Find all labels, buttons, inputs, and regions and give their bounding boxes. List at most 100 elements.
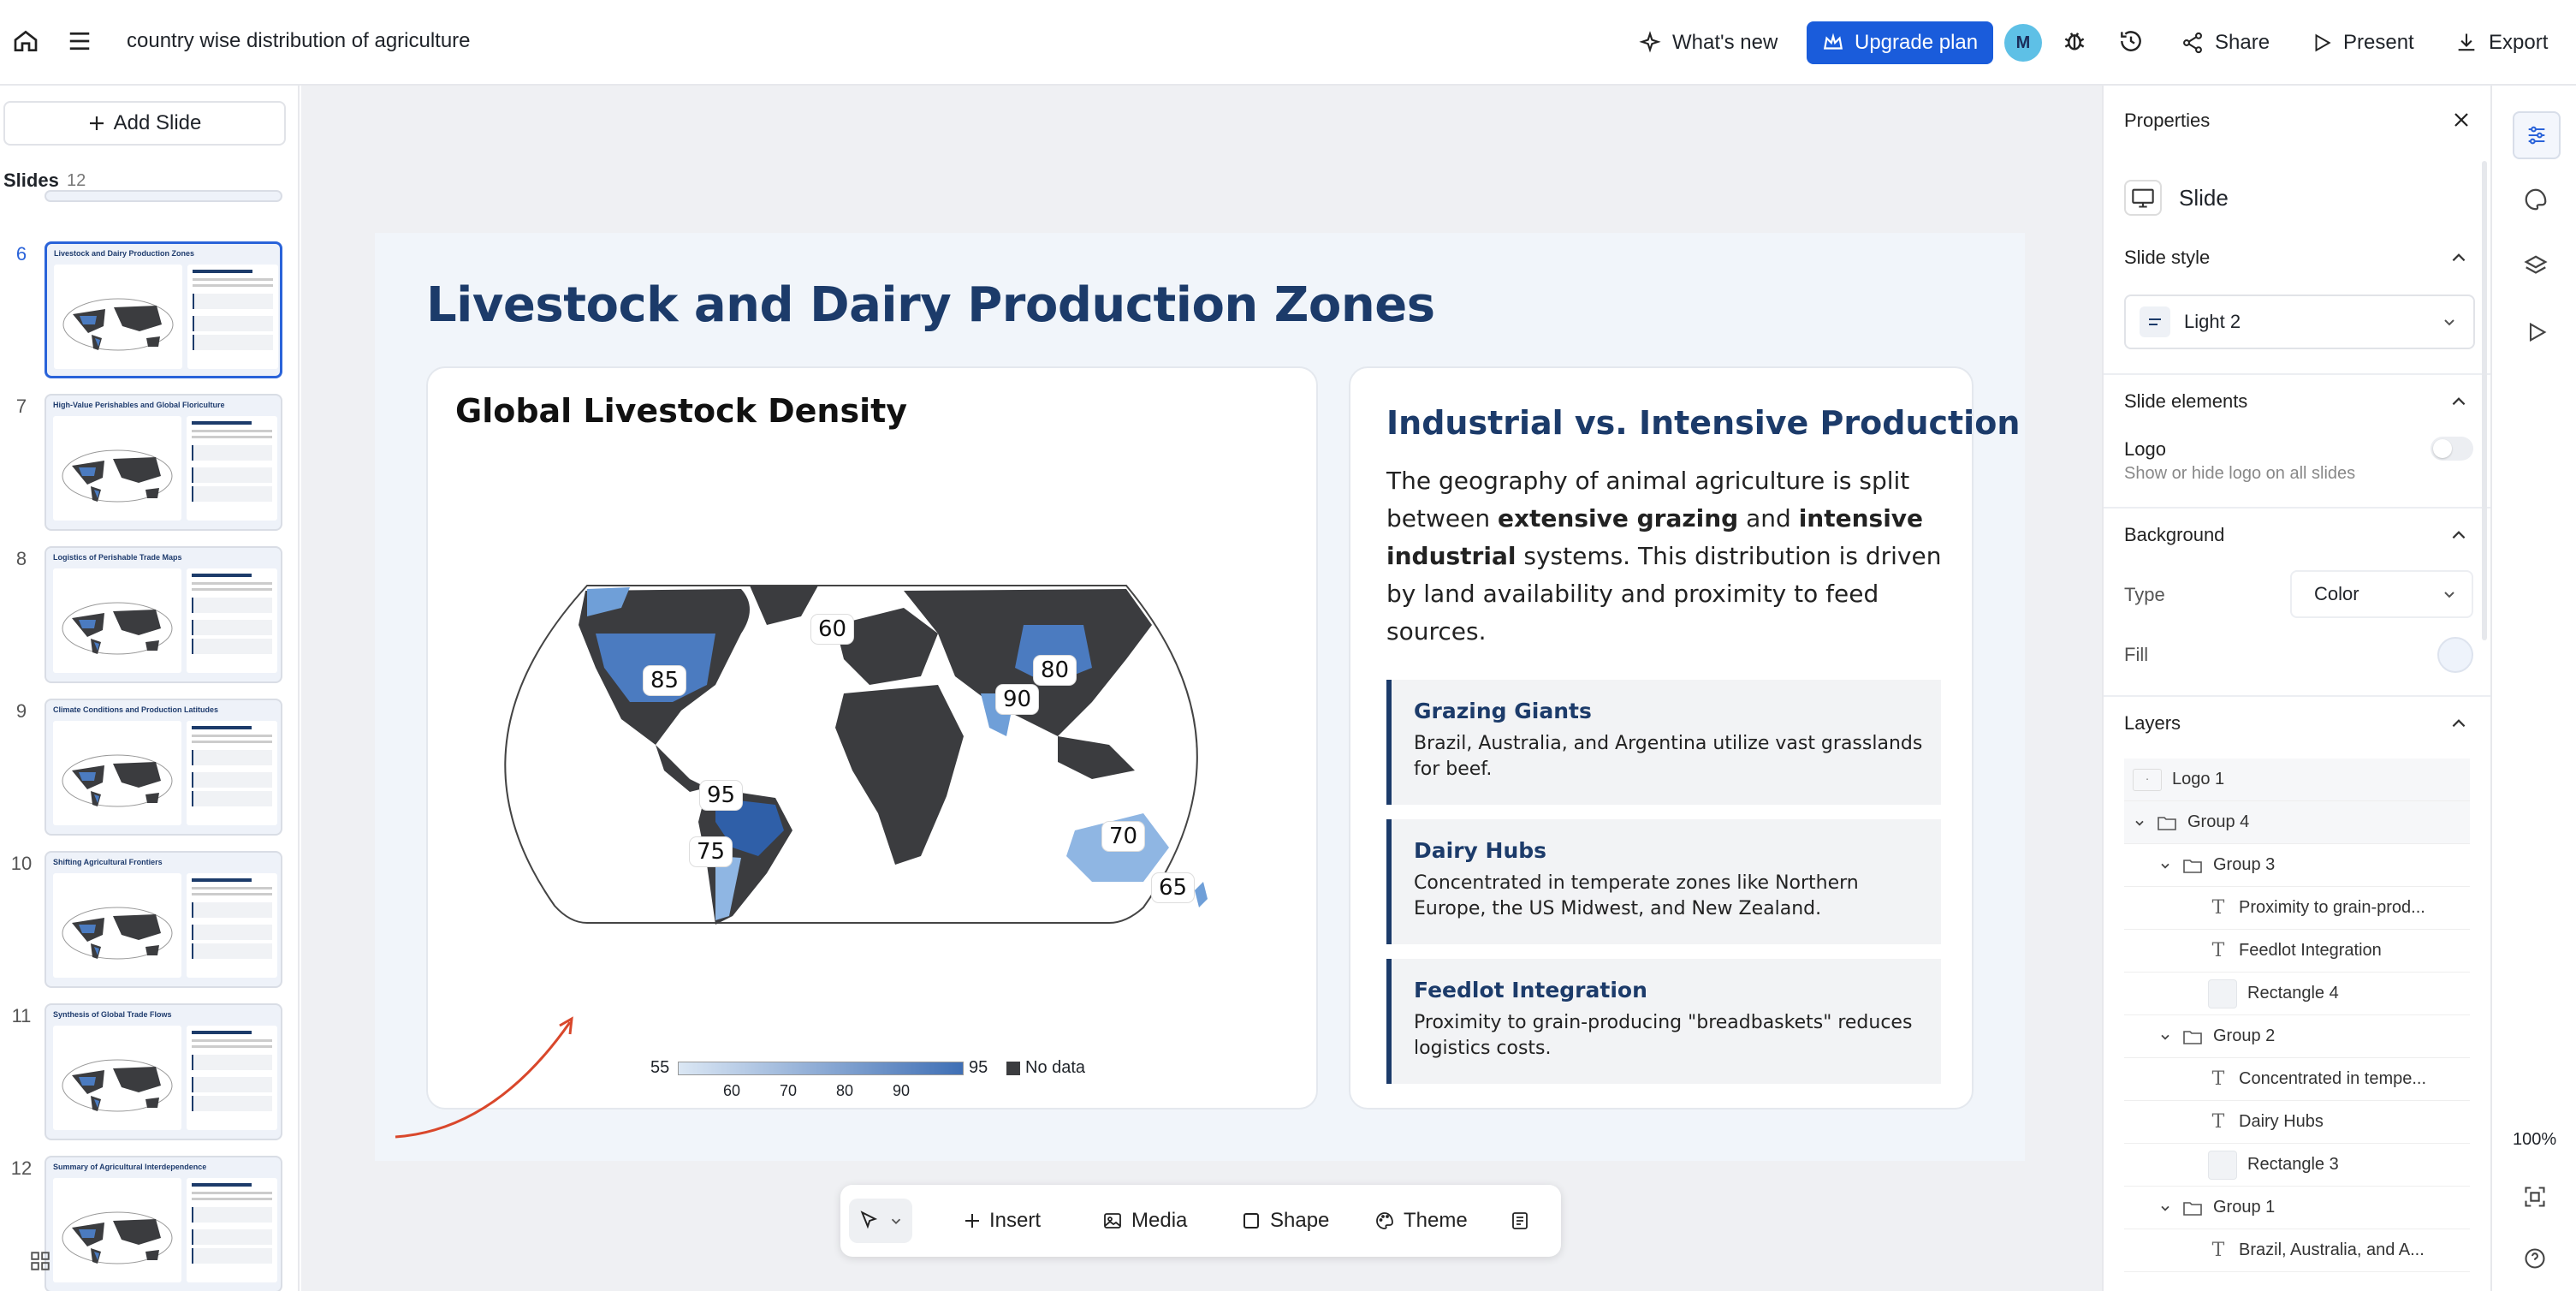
slide-title[interactable]: Livestock and Dairy Production Zones (426, 277, 1435, 333)
layer-item[interactable]: Rectangle 4 (2124, 973, 2470, 1015)
zoom-level[interactable]: 100% (2513, 1130, 2556, 1150)
thumbnail-title: Synthesis of Global Trade Flows (53, 1010, 172, 1019)
logo-toggle[interactable] (2431, 437, 2473, 461)
layer-item[interactable]: T Dairy Hubs (2124, 1101, 2470, 1144)
feature-box-grazing[interactable]: Grazing Giants Brazil, Australia, and Ar… (1386, 680, 1941, 805)
chevron-up-icon[interactable] (2449, 248, 2468, 267)
chevron-up-icon[interactable] (2449, 526, 2468, 544)
close-icon[interactable] (2451, 110, 2472, 130)
chevron-up-icon[interactable] (2449, 714, 2468, 733)
slide-thumbnail[interactable]: Logistics of Perishable Trade Maps (45, 546, 282, 683)
layer-item[interactable]: Rectangle 3 (2124, 1144, 2470, 1187)
media-button[interactable]: Media (1094, 1199, 1196, 1243)
slide-thumbnail[interactable]: Livestock and Dairy Production Zones (45, 241, 282, 378)
arrow-annotation[interactable] (392, 1014, 580, 1142)
slide-canvas[interactable]: Livestock and Dairy Production Zones Glo… (375, 233, 2025, 1161)
layer-item[interactable]: T Proximity to grain-prod... (2124, 887, 2470, 930)
bug-icon[interactable] (2061, 27, 2088, 55)
share-button[interactable]: Share (2172, 21, 2278, 65)
right-rail: 100% (2490, 86, 2576, 1291)
background-type-select[interactable]: Color (2290, 570, 2473, 618)
slide-style-label[interactable]: Slide style (2124, 247, 2210, 269)
present-button[interactable]: Present (2302, 21, 2423, 65)
text-title[interactable]: Industrial vs. Intensive Production (1386, 404, 2020, 442)
play-icon[interactable] (2525, 320, 2549, 344)
add-slide-button[interactable]: Add Slide (3, 101, 286, 146)
map-label-new-zealand: 65 (1152, 873, 1195, 902)
fit-screen-icon[interactable] (2523, 1185, 2547, 1209)
chevron-down-icon[interactable] (2158, 1030, 2172, 1044)
map-label-north-america: 85 (644, 666, 686, 695)
feature-box-dairy[interactable]: Dairy Hubs Concentrated in temperate zon… (1386, 819, 1941, 944)
thumbnail-title: High-Value Perishables and Global Floric… (53, 401, 225, 409)
slide-thumbnail[interactable]: Synthesis of Global Trade Flows (45, 1003, 282, 1140)
layer-item[interactable]: Group 1 (2124, 1187, 2470, 1229)
thumbnail-text-card (187, 1178, 277, 1282)
panel-scrollbar[interactable] (2482, 161, 2487, 640)
slide-thumbnail[interactable]: Summary of Agricultural Interdependence (45, 1156, 282, 1291)
legend-nodata: No data (1025, 1058, 1086, 1077)
theme-button[interactable]: Theme (1366, 1199, 1476, 1243)
layer-item[interactable]: T Feedlot Integration (2124, 930, 2470, 973)
text-card[interactable]: Industrial vs. Intensive Production The … (1349, 366, 2020, 1110)
layer-item[interactable]: ▪ Logo 1 (2124, 759, 2470, 801)
notes-button[interactable] (1501, 1199, 1539, 1243)
layers-icon[interactable] (2523, 253, 2549, 279)
slide-thumbnail[interactable]: High-Value Perishables and Global Floric… (45, 394, 282, 531)
grid-view-icon[interactable] (29, 1250, 51, 1272)
menu-icon[interactable] (67, 29, 92, 53)
map-title[interactable]: Global Livestock Density (455, 392, 907, 430)
chevron-down-icon[interactable] (2158, 859, 2172, 872)
document-title[interactable]: country wise distribution of agriculture (127, 29, 471, 53)
slide-number: 12 (10, 1157, 33, 1179)
export-button[interactable]: Export (2446, 21, 2556, 65)
layer-item[interactable]: Group 3 (2124, 844, 2470, 887)
upgrade-plan-button[interactable]: Upgrade plan (1807, 21, 1994, 64)
background-label[interactable]: Background (2124, 524, 2224, 546)
thumbnail-text-card (187, 265, 278, 369)
layer-item[interactable]: Group 4 (2124, 801, 2470, 844)
chevron-down-icon[interactable] (2158, 1201, 2172, 1215)
avatar[interactable]: M (2004, 24, 2042, 62)
slide-number: 11 (11, 1005, 32, 1026)
palette-icon[interactable] (2523, 187, 2549, 212)
fill-color-swatch[interactable] (2437, 637, 2473, 673)
layer-item[interactable]: T Brazil, Australia, and A... (2124, 1229, 2470, 1272)
thumbnail-text-card (187, 1026, 277, 1130)
home-icon[interactable] (12, 27, 39, 55)
text-icon: T (2211, 1111, 2225, 1133)
folder-icon (2183, 859, 2202, 873)
slide-number: 9 (15, 700, 27, 722)
thumbnail-map-card (53, 721, 181, 825)
layers-label[interactable]: Layers (2124, 712, 2181, 735)
chevron-up-icon[interactable] (2449, 392, 2468, 411)
folder-icon (2183, 1201, 2202, 1216)
help-icon[interactable] (2523, 1246, 2547, 1270)
chevron-down-icon[interactable] (2133, 816, 2146, 830)
logo-label: Logo (2124, 438, 2166, 460)
slide-thumbnail[interactable]: Shifting Agricultural Frontiers (45, 851, 282, 988)
thumbnail-title: Climate Conditions and Production Latitu… (53, 705, 219, 714)
map-card[interactable]: Global Livestock Density 85 60 80 90 95 … (426, 366, 1318, 1110)
slide-elements-label[interactable]: Slide elements (2124, 390, 2247, 413)
whats-new-button[interactable]: What's new (1629, 21, 1786, 65)
type-label: Type (2124, 584, 2165, 605)
nodata-swatch (1006, 1062, 1020, 1075)
layer-item[interactable]: Group 2 (2124, 1015, 2470, 1058)
layer-item[interactable]: T Concentrated in tempe... (2124, 1058, 2470, 1101)
slide-thumbnail[interactable]: Climate Conditions and Production Latitu… (45, 699, 282, 836)
select-tool[interactable] (849, 1199, 912, 1243)
shape-button[interactable]: Shape (1232, 1199, 1338, 1243)
slide-style-dropdown[interactable]: Light 2 (2124, 294, 2475, 349)
thumbnail-title: Summary of Agricultural Interdependence (53, 1163, 207, 1171)
download-icon (2454, 31, 2478, 55)
text-body[interactable]: The geography of animal agriculture is s… (1386, 462, 1943, 651)
insert-button[interactable]: Insert (955, 1199, 1049, 1243)
slide-thumbnail-5[interactable] (45, 190, 282, 202)
play-icon (2311, 32, 2333, 54)
feature-box-feedlot[interactable]: Feedlot Integration Proximity to grain-p… (1386, 959, 1941, 1084)
sliders-icon[interactable] (2513, 111, 2561, 159)
thumbnail-title: Livestock and Dairy Production Zones (54, 249, 195, 258)
history-icon[interactable] (2117, 27, 2145, 55)
folder-icon (2183, 1030, 2202, 1044)
